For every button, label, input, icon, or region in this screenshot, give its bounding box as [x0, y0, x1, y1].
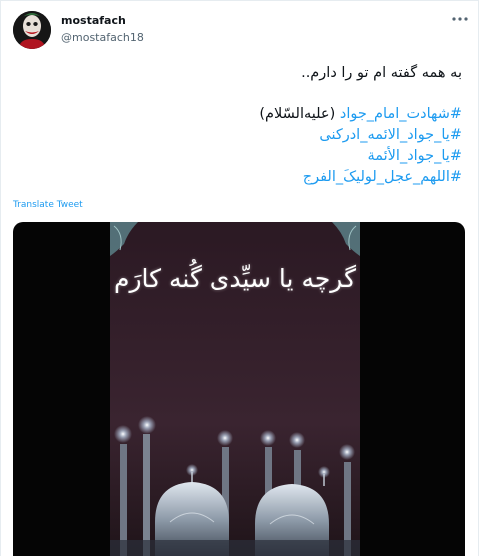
tweet-video[interactable]: گرچه یا سیِّدی گُنه کارَم: [13, 222, 465, 556]
more-options-icon[interactable]: [449, 11, 471, 27]
author-handle[interactable]: @mostafach18: [61, 31, 144, 44]
hashtag-link[interactable]: #شهادت_امام_جواد: [340, 106, 462, 122]
video-frame: گرچه یا سیِّدی گُنه کارَم: [110, 222, 360, 556]
avatar[interactable]: [13, 11, 51, 49]
tweet-text-line: به همه گفته ام تو را دارم..: [301, 65, 462, 81]
translate-tweet-link[interactable]: Translate Tweet: [13, 200, 83, 210]
video-caption-text: گرچه یا سیِّدی گُنه کارَم: [113, 264, 357, 293]
hashtag-line: #شهادت_امام_جواد (علیه‌السّلام): [22, 104, 462, 125]
hashtag-line: #یا_جواد_الائمه_ادرکنی: [22, 125, 462, 146]
tweet-text-spacer: [22, 84, 462, 104]
hashtag-suffix: (علیه‌السّلام): [259, 106, 340, 122]
author-display-name[interactable]: mostafach: [61, 14, 126, 27]
hashtag-line: #اللهم_عجل_لولیکَ_الفرج: [22, 167, 462, 188]
tweet-text: به همه گفته ام تو را دارم.. #شهادت_امام_…: [22, 63, 462, 188]
tweet-card: mostafach @mostafach18 به همه گفته ام تو…: [0, 0, 479, 556]
hashtag-link[interactable]: #اللهم_عجل_لولیکَ_الفرج: [303, 169, 462, 185]
hashtag-link[interactable]: #یا_جواد_الأئمة: [367, 148, 462, 164]
hashtag-line: #یا_جواد_الأئمة: [22, 146, 462, 167]
hashtag-link[interactable]: #یا_جواد_الائمه_ادرکنی: [319, 127, 462, 143]
